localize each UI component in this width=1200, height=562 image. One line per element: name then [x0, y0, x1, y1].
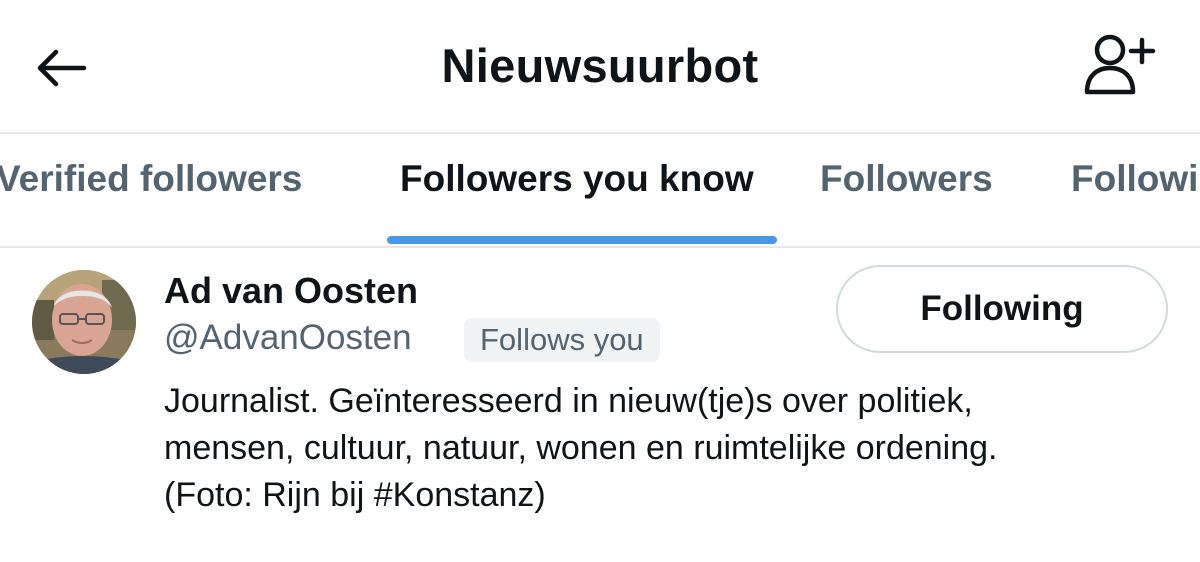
- following-button[interactable]: Following: [836, 265, 1168, 353]
- tab-verified-followers[interactable]: Verified followers: [0, 158, 302, 200]
- top-bar: Nieuwsuurbot: [0, 0, 1200, 134]
- back-button[interactable]: [28, 36, 92, 100]
- bio-line: Journalist. Geïnteresseerd in nieuw(tje)…: [164, 382, 973, 420]
- arrow-left-icon: [37, 49, 87, 87]
- page-title: Nieuwsuurbot: [441, 39, 759, 92]
- profile-photo: [32, 270, 136, 374]
- tab-followers[interactable]: Followers: [820, 158, 993, 200]
- avatar[interactable]: [32, 270, 136, 374]
- tab-followers-you-know[interactable]: Followers you know: [400, 158, 754, 200]
- tab-bar: Verified followers Followers you know Fo…: [0, 134, 1200, 248]
- tab-following[interactable]: Followi: [1071, 158, 1198, 200]
- bio-line: (Foto: Rijn bij #Konstanz): [164, 476, 546, 514]
- user-handle: @AdvanOosten: [164, 318, 412, 357]
- person-plus-icon: [1084, 34, 1156, 95]
- active-tab-indicator: [387, 236, 777, 244]
- follows-you-badge: Follows you: [464, 318, 660, 362]
- user-display-name[interactable]: Ad van Oosten: [164, 270, 418, 312]
- user-list-item[interactable]: Ad van Oosten @AdvanOosten Follows you F…: [0, 248, 1200, 562]
- add-user-button[interactable]: [1078, 30, 1162, 100]
- bio-line: mensen, cultuur, natuur, wonen en ruimte…: [164, 429, 998, 467]
- user-bio: Journalist. Geïnteresseerd in nieuw(tje)…: [164, 378, 1184, 519]
